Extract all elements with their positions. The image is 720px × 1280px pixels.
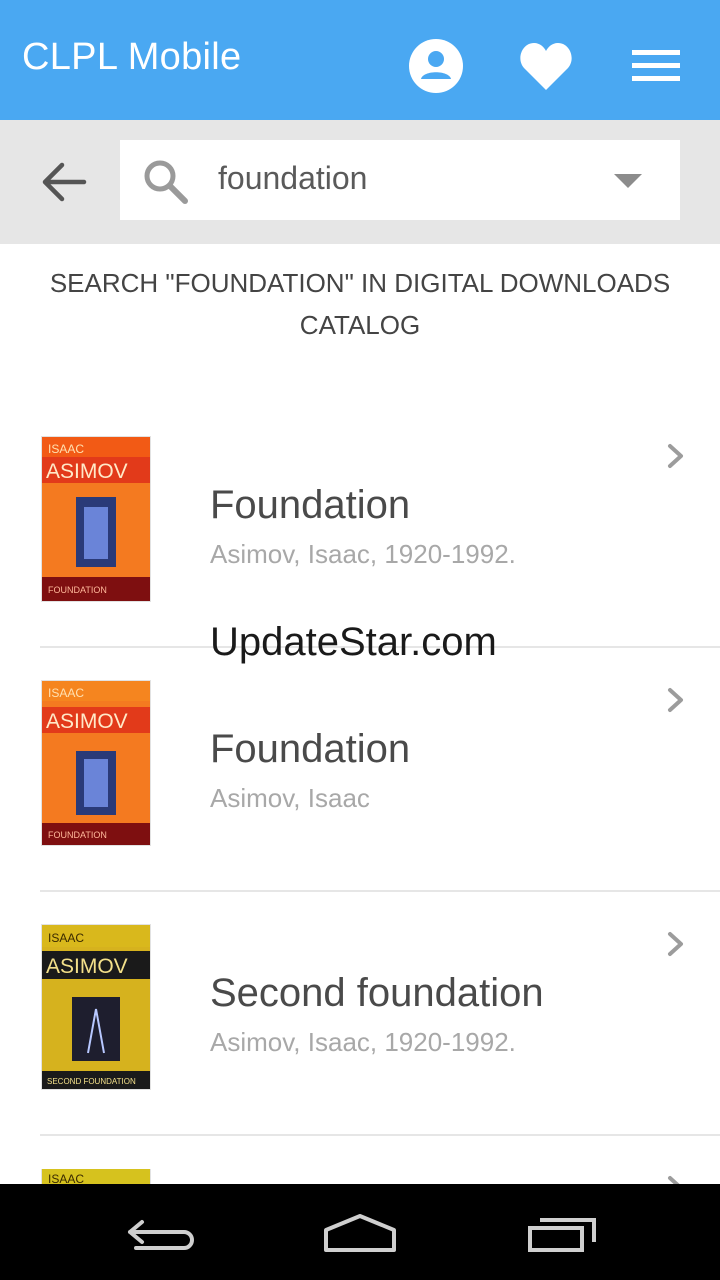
search-icon — [140, 156, 192, 208]
result-row[interactable]: ISAAC ASIMOV FOUNDATION Foundation Asimo… — [0, 681, 720, 925]
search-type-dropdown-icon[interactable] — [614, 174, 642, 188]
cover-top-text: ISAAC — [48, 686, 84, 700]
result-row[interactable]: ISAAC ASIMOV SECOND FOUNDATION Second fo… — [0, 925, 720, 1169]
chevron-right-icon — [664, 441, 688, 471]
result-title: Second foundation — [210, 971, 544, 1015]
cover-top-text: ISAAC — [48, 1172, 84, 1184]
search-input[interactable]: foundation — [120, 140, 680, 220]
search-query[interactable]: foundation — [218, 160, 367, 197]
cover-top-text: ISAAC — [48, 442, 84, 456]
result-author: Asimov, Isaac — [210, 783, 370, 813]
back-arrow-icon[interactable] — [36, 154, 92, 210]
favorites-heart-icon[interactable] — [518, 38, 574, 94]
recents-nav-icon[interactable] — [512, 1198, 608, 1266]
menu-icon[interactable] — [628, 38, 684, 94]
chevron-right-icon — [664, 1173, 688, 1184]
result-title: Foundation — [210, 483, 411, 527]
book-cover-image: ISAAC — [42, 1169, 150, 1184]
cover-author-text: ASIMOV — [46, 955, 128, 978]
result-author: Asimov, Isaac, 1920-1992. — [210, 539, 516, 569]
cover-bottom-text: FOUNDATION — [48, 585, 107, 595]
digital-downloads-search-link[interactable]: SEARCH "FOUNDATION" IN DIGITAL DOWNLOADS… — [30, 262, 690, 346]
system-nav-bar — [0, 1184, 720, 1280]
chevron-right-icon — [664, 929, 688, 959]
book-cover-image: ISAAC ASIMOV SECOND FOUNDATION — [42, 925, 150, 1089]
cover-bottom-text: SECOND FOUNDATION — [47, 1077, 136, 1086]
row-divider — [40, 1134, 720, 1136]
cover-bottom-text: FOUNDATION — [48, 830, 107, 840]
cover-top-text: ISAAC — [48, 931, 84, 945]
book-cover-image: ISAAC ASIMOV FOUNDATION — [42, 681, 150, 845]
app-title: CLPL Mobile — [22, 36, 242, 78]
result-row[interactable]: ISAAC — [0, 1169, 720, 1184]
row-divider — [40, 890, 720, 892]
chevron-right-icon — [664, 685, 688, 715]
home-nav-icon[interactable] — [312, 1198, 408, 1266]
result-title: Foundation — [210, 727, 411, 771]
back-nav-icon[interactable] — [112, 1198, 208, 1266]
result-author: Asimov, Isaac, 1920-1992. — [210, 1027, 516, 1057]
watermark-text: UpdateStar.com — [210, 620, 497, 664]
cover-author-text: ASIMOV — [46, 710, 128, 733]
account-icon[interactable] — [408, 38, 464, 94]
app-bar: CLPL Mobile — [0, 0, 720, 120]
cover-author-text: ASIMOV — [46, 460, 128, 483]
book-cover-image: ISAAC ASIMOV FOUNDATION — [42, 437, 150, 601]
